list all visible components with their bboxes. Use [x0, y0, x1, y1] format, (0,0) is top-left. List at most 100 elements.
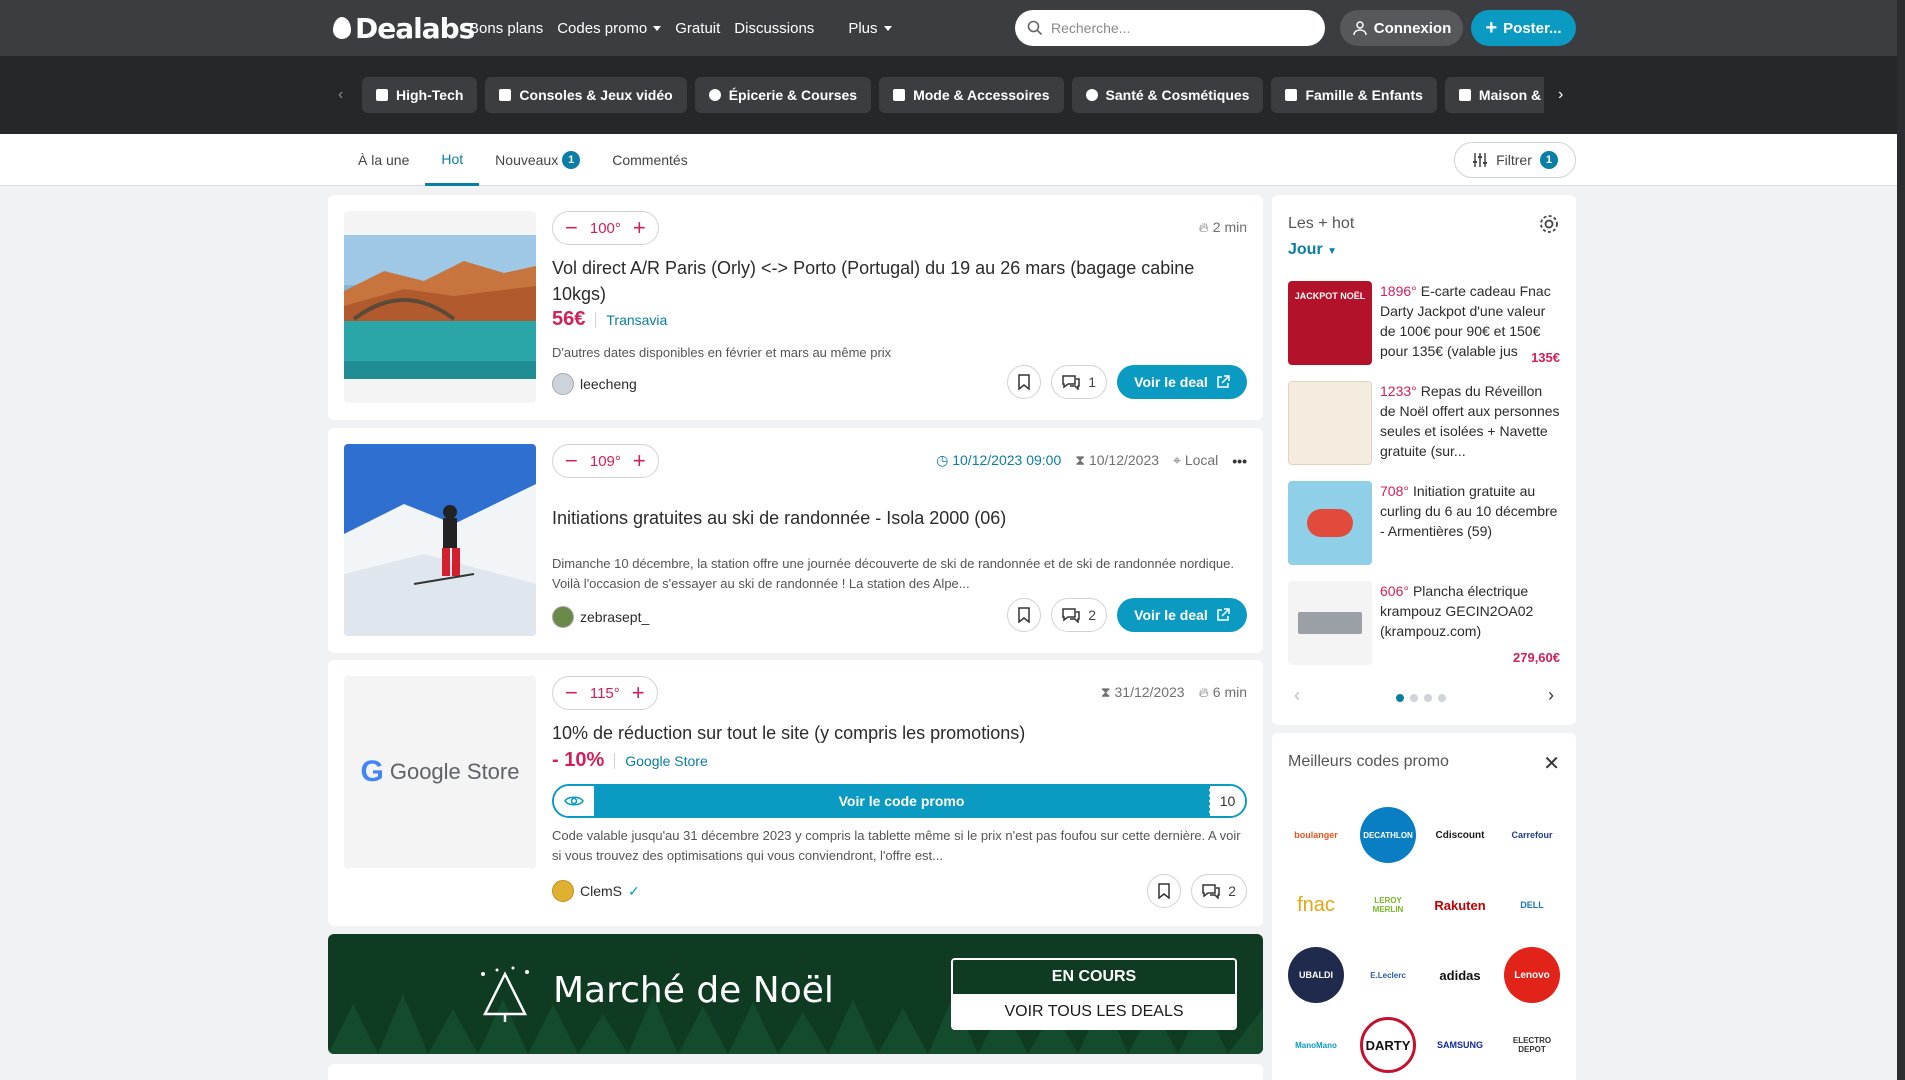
category-famille[interactable]: Famille & Enfants	[1271, 77, 1437, 113]
comments-button[interactable]: 2	[1191, 874, 1247, 908]
fnac-logo[interactable]: fnac	[1288, 877, 1344, 933]
category-bar: ‹ High-Tech Consoles & Jeux vidéo Épicer…	[0, 56, 1897, 134]
view-deal-button[interactable]: Voir le deal	[1117, 598, 1247, 632]
chevron-left-icon[interactable]: ‹	[1294, 685, 1300, 706]
nav-codes-promo[interactable]: Codes promo	[557, 20, 662, 37]
bookmark-button[interactable]	[1007, 598, 1042, 632]
chevron-right-icon[interactable]: ›	[1558, 86, 1563, 104]
logo[interactable]: Dealabs	[333, 8, 475, 48]
category-sante[interactable]: Santé & Cosmétiques	[1071, 77, 1264, 113]
deal-card[interactable]: − 100° + 🔥︎ 2 min Vol direct A/R Paris (…	[328, 195, 1263, 420]
carousel-dot[interactable]	[1438, 694, 1446, 702]
tab-hot[interactable]: Hot	[425, 134, 480, 186]
deal-card[interactable]	[328, 1064, 1263, 1080]
deal-description: Dimanche 10 décembre, la station offre u…	[552, 556, 1234, 591]
more-options-icon[interactable]: •••	[1232, 453, 1247, 469]
deal-card[interactable]: − 109° + ◷ 10/12/2023 09:00 ⧗ 10/12/2023…	[328, 428, 1263, 653]
deal-image-google-store[interactable]: G Google Store	[344, 676, 536, 868]
tab-a-la-une[interactable]: À la une	[342, 134, 425, 186]
tab-commentes[interactable]: Commentés	[596, 134, 703, 186]
adidas-logo[interactable]: adidas	[1432, 947, 1488, 1003]
hot-item[interactable]: 1233° Repas du Réveillon de Noël offert a…	[1288, 381, 1560, 465]
rakuten-logo[interactable]: Rakuten	[1432, 877, 1488, 933]
scrollbar[interactable]	[1897, 0, 1905, 1080]
category-mode[interactable]: Mode & Accessoires	[879, 77, 1064, 113]
carousel-dot[interactable]	[1396, 694, 1404, 702]
category-high-tech[interactable]: High-Tech	[362, 77, 478, 113]
hot-item[interactable]: 708° Initiation gratuite au curling du 6 …	[1288, 481, 1560, 565]
search-input[interactable]	[1051, 20, 1301, 36]
chevron-left-icon[interactable]: ‹	[338, 86, 343, 104]
view-deal-button[interactable]: Voir le deal	[1117, 365, 1247, 399]
nav-discussions[interactable]: Discussions	[734, 20, 814, 37]
deal-image-ski[interactable]	[344, 444, 536, 636]
category-epicerie[interactable]: Épicerie & Courses	[694, 77, 872, 113]
electro-depot-logo[interactable]: ELECTRO DEPOT	[1504, 1017, 1560, 1073]
bookmark-button[interactable]	[1007, 365, 1042, 399]
deal-title[interactable]: Initiations gratuites au ski de randonné…	[552, 505, 1252, 531]
bookmark-button[interactable]	[1147, 874, 1182, 908]
login-button[interactable]: Connexion	[1340, 10, 1463, 46]
carousel-dot[interactable]	[1424, 694, 1432, 702]
dell-logo[interactable]: DELL	[1504, 877, 1560, 933]
post-button[interactable]: + Poster...	[1471, 10, 1576, 46]
samsung-logo[interactable]: SAMSUNG	[1432, 1017, 1488, 1073]
category-consoles[interactable]: Consoles & Jeux vidéo	[485, 77, 687, 113]
lenovo-logo[interactable]: Lenovo	[1504, 947, 1560, 1003]
deal-meta: 🔥︎ 2 min	[1199, 219, 1247, 236]
category-label: Mode & Accessoires	[913, 87, 1050, 103]
username: zebrasept_	[580, 609, 650, 625]
bookmark-icon	[1158, 883, 1170, 899]
deal-merchant[interactable]: Google Store	[614, 752, 708, 769]
cdiscount-logo[interactable]: Cdiscount	[1432, 807, 1488, 863]
nav-plus[interactable]: Plus	[848, 20, 892, 37]
category-label: High-Tech	[396, 87, 464, 103]
vote-up-button[interactable]: +	[633, 217, 646, 239]
logo-text: Dealabs	[355, 11, 475, 45]
darty-logo[interactable]: DARTY	[1360, 1017, 1416, 1073]
comments-button[interactable]: 2	[1051, 598, 1107, 632]
christmas-market-banner[interactable]: Marché de Noël EN COURS VOIR TOUS LES DE…	[328, 934, 1263, 1054]
hot-item[interactable]: JACKPOT NOËL 1896° E-carte cadeau Fnac Da…	[1288, 281, 1560, 365]
leclerc-logo[interactable]: E.Leclerc	[1360, 947, 1416, 1003]
filter-button[interactable]: Filtrer 1	[1454, 142, 1576, 178]
gear-icon[interactable]	[1538, 213, 1560, 235]
search-box[interactable]	[1015, 10, 1325, 46]
manomano-logo[interactable]: ManoMano	[1288, 1017, 1344, 1073]
comment-count: 2	[1228, 883, 1236, 899]
banner-status: EN COURS	[953, 960, 1235, 994]
carousel-dot[interactable]	[1410, 694, 1418, 702]
comments-button[interactable]: 1	[1051, 365, 1107, 399]
deal-merchant[interactable]: Transavia	[595, 311, 667, 328]
vote-down-button[interactable]: −	[565, 682, 578, 704]
deal-card[interactable]: G Google Store − 115° + ⧗ 31/12/2023 🔥︎ …	[328, 660, 1263, 926]
nav-bons-plans[interactable]: Bons plans	[469, 20, 543, 37]
deal-title[interactable]: 10% de réduction sur tout le site (y com…	[552, 720, 1252, 746]
deal-user[interactable]: ClemS ✓	[552, 880, 640, 902]
hot-item-text: 1896° E-carte cadeau Fnac Darty Jackpot d…	[1380, 281, 1560, 361]
ubaldi-logo[interactable]: UBALDI	[1288, 947, 1344, 1003]
deal-user[interactable]: zebrasept_	[552, 606, 649, 628]
vote-down-button[interactable]: −	[565, 217, 578, 239]
hot-item[interactable]: 606° Plancha électrique krampouz GECIN2OA…	[1288, 581, 1560, 665]
vote-up-button[interactable]: +	[633, 450, 646, 472]
promo-code-peek: 10	[1209, 786, 1245, 816]
nav-gratuit[interactable]: Gratuit	[675, 20, 720, 37]
deal-title[interactable]: Vol direct A/R Paris (Orly) <-> Porto (P…	[552, 255, 1252, 307]
carrefour-logo[interactable]: Carrefour	[1504, 807, 1560, 863]
leroy-merlin-logo[interactable]: LEROY MERLIN	[1360, 877, 1416, 933]
vote-up-button[interactable]: +	[632, 682, 645, 704]
close-icon[interactable]: ✕	[1543, 751, 1560, 776]
chevron-right-icon[interactable]: ›	[1548, 685, 1554, 706]
decathlon-logo[interactable]: DECATHLON	[1360, 807, 1416, 863]
boulanger-logo[interactable]: boulanger	[1288, 807, 1344, 863]
tab-nouveaux[interactable]: Nouveaux 1	[479, 134, 596, 186]
period-dropdown[interactable]: Jour ▼	[1288, 241, 1337, 259]
deal-image-porto[interactable]	[344, 211, 536, 403]
promo-code-button[interactable]: Voir le code promo 10	[552, 784, 1247, 818]
see-all-deals-button[interactable]: VOIR TOUS LES DEALS	[953, 994, 1235, 1028]
category-maison[interactable]: Maison & H	[1444, 77, 1544, 113]
vote-down-button[interactable]: −	[565, 450, 578, 472]
banner-cta[interactable]: EN COURS VOIR TOUS LES DEALS	[951, 958, 1237, 1030]
deal-user[interactable]: leecheng	[552, 373, 637, 395]
